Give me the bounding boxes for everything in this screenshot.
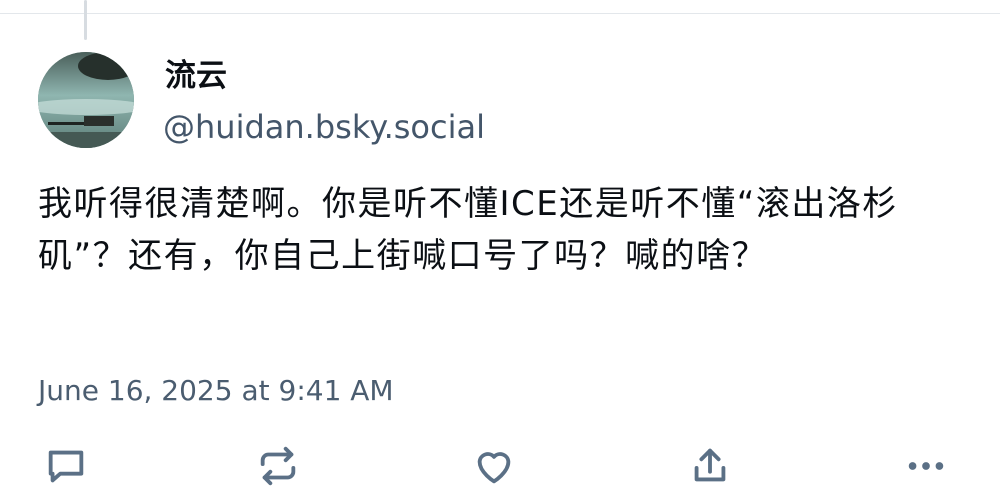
like-button[interactable] [468, 440, 520, 492]
repost-button[interactable] [252, 440, 304, 492]
thread-connector-line [84, 0, 87, 40]
more-options-button[interactable] [900, 440, 952, 492]
reply-icon [48, 450, 84, 483]
author-handle[interactable]: @huidan.bsky.social [163, 106, 485, 148]
repost-icon [260, 446, 296, 486]
more-icon [908, 462, 944, 470]
post-text: 我听得很清楚啊。你是听不懂ICE还是听不懂“滚出洛杉矶”？还有，你自己上街喊口号… [38, 184, 898, 276]
avatar-image [38, 52, 134, 148]
share-button[interactable] [684, 440, 736, 492]
avatar[interactable] [38, 52, 134, 148]
top-divider [0, 13, 1000, 14]
heart-icon [477, 452, 511, 484]
post-action-bar [0, 440, 1000, 496]
post-timestamp: June 16, 2025 at 9:41 AM [38, 374, 394, 407]
author-display-name[interactable]: 流云 [165, 56, 227, 96]
reply-button[interactable] [40, 440, 92, 492]
share-icon [694, 448, 726, 482]
